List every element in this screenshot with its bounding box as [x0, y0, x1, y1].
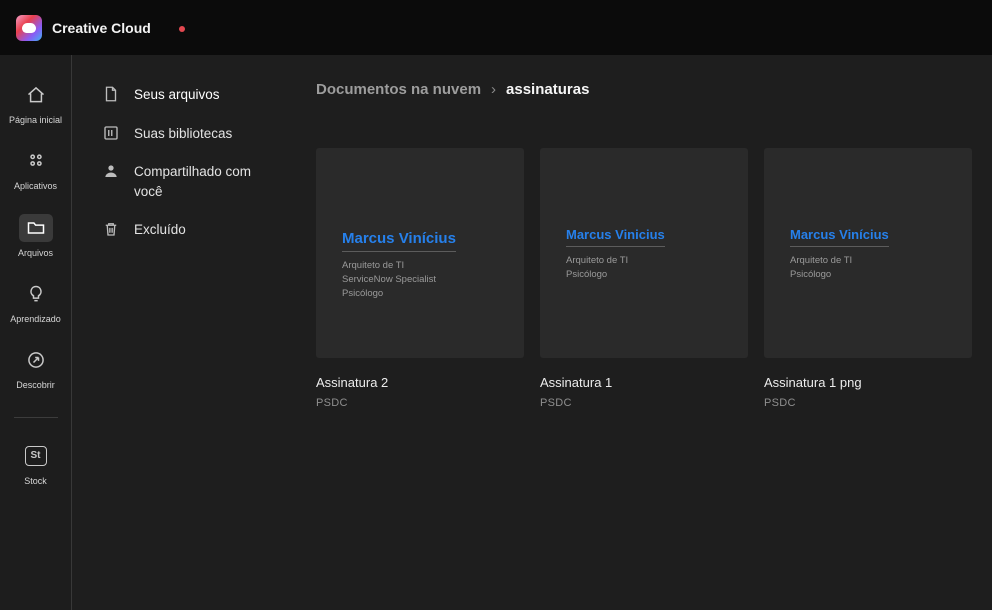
- subnav-item-label: Suas bibliotecas: [134, 125, 233, 141]
- preview-name: Marcus Vinicius: [566, 227, 665, 247]
- file-card[interactable]: Marcus Vinícius Arquiteto de TI Psicólog…: [764, 148, 972, 409]
- app-title: Creative Cloud: [52, 19, 151, 36]
- sidebar-item-label: Aplicativos: [13, 181, 58, 192]
- files-subnav: Seus arquivos Suas bibliotecas Compartil…: [72, 55, 290, 610]
- preview-line: Arquiteto de TI: [342, 260, 405, 271]
- notification-dot: [179, 26, 185, 32]
- sidebar-item-learn[interactable]: Aprendizado: [2, 280, 70, 324]
- cloud-glyph: [22, 22, 36, 33]
- lightbulb-icon: [19, 280, 53, 308]
- file-thumbnail: Marcus Vinícius Arquiteto de TI ServiceN…: [316, 148, 524, 358]
- sidebar-item-label: Stock: [24, 475, 47, 486]
- breadcrumb-current: assinaturas: [506, 81, 590, 98]
- preview-name: Marcus Vinícius: [790, 227, 889, 247]
- file-thumbnail: Marcus Vinícius Arquiteto de TI Psicólog…: [764, 148, 972, 358]
- file-thumbnail: Marcus Vinicius Arquiteto de TI Psicólog…: [540, 148, 748, 358]
- breadcrumb: Documentos na nuvem › assinaturas: [316, 81, 992, 98]
- stock-badge: St: [24, 445, 47, 466]
- sidebar-item-label: Descobrir: [16, 380, 55, 391]
- subnav-item-deleted[interactable]: Excluído: [102, 220, 290, 240]
- trash-icon: [102, 220, 120, 238]
- subnav-item-label: Seus arquivos: [134, 87, 220, 102]
- stock-icon: St: [19, 442, 53, 470]
- document-icon: [102, 85, 120, 103]
- sidebar-item-discover[interactable]: Descobrir: [2, 346, 70, 390]
- file-title: Assinatura 2: [316, 375, 389, 390]
- home-icon: [19, 81, 53, 109]
- discover-compass-icon: [19, 346, 53, 374]
- left-rail: Página inicial Aplicativos Arquivos Apre…: [0, 55, 72, 610]
- preview-line: Arquiteto de TI: [566, 255, 629, 266]
- subnav-item-your-files[interactable]: Seus arquivos: [102, 85, 290, 105]
- subnav-item-shared-with-you[interactable]: Compartilhado com você: [102, 162, 290, 201]
- main-content: Documentos na nuvem › assinaturas Marcus…: [290, 55, 992, 610]
- sidebar-item-label: Página inicial: [8, 115, 63, 125]
- sidebar-item-apps[interactable]: Aplicativos: [2, 147, 70, 191]
- apps-grid-icon: [19, 147, 53, 175]
- top-bar: Creative Cloud: [0, 0, 992, 55]
- sidebar-item-label: Arquivos: [17, 247, 53, 258]
- file-card[interactable]: Marcus Vinicius Arquiteto de TI Psicólog…: [540, 148, 748, 409]
- breadcrumb-parent[interactable]: Documentos na nuvem: [316, 81, 481, 98]
- file-title: Assinatura 1 png: [764, 375, 862, 390]
- rail-divider: [13, 416, 58, 418]
- sidebar-item-home[interactable]: Página inicial: [2, 81, 70, 125]
- preview-line: ServiceNow Specialist: [342, 273, 436, 285]
- sidebar-item-label: Aprendizado: [10, 314, 61, 325]
- file-grid: Marcus Vinícius Arquiteto de TI ServiceN…: [316, 148, 992, 409]
- folder-icon: [18, 213, 53, 242]
- file-type-badge: PSDC: [540, 397, 572, 409]
- preview-line: Psicólogo: [342, 287, 384, 299]
- file-title: Assinatura 1: [540, 375, 613, 390]
- file-type-badge: PSDC: [316, 397, 348, 409]
- preview-name: Marcus Vinícius: [342, 230, 456, 252]
- subnav-item-label: Compartilhado com você: [134, 164, 252, 199]
- preview-line: Psicólogo: [790, 268, 832, 280]
- library-icon: [102, 124, 120, 142]
- creative-cloud-logo-icon[interactable]: [16, 14, 42, 41]
- subnav-item-label: Excluído: [134, 222, 186, 238]
- breadcrumb-separator-icon: ›: [491, 81, 497, 98]
- sidebar-item-files[interactable]: Arquivos: [2, 213, 70, 258]
- subnav-item-your-libraries[interactable]: Suas bibliotecas: [102, 124, 290, 144]
- file-type-badge: PSDC: [764, 397, 796, 409]
- person-icon: [102, 162, 120, 180]
- preview-line: Psicólogo: [566, 268, 608, 280]
- sidebar-item-stock[interactable]: St Stock: [2, 442, 70, 486]
- preview-line: Arquiteto de TI: [790, 255, 853, 266]
- file-card[interactable]: Marcus Vinícius Arquiteto de TI ServiceN…: [316, 148, 524, 409]
